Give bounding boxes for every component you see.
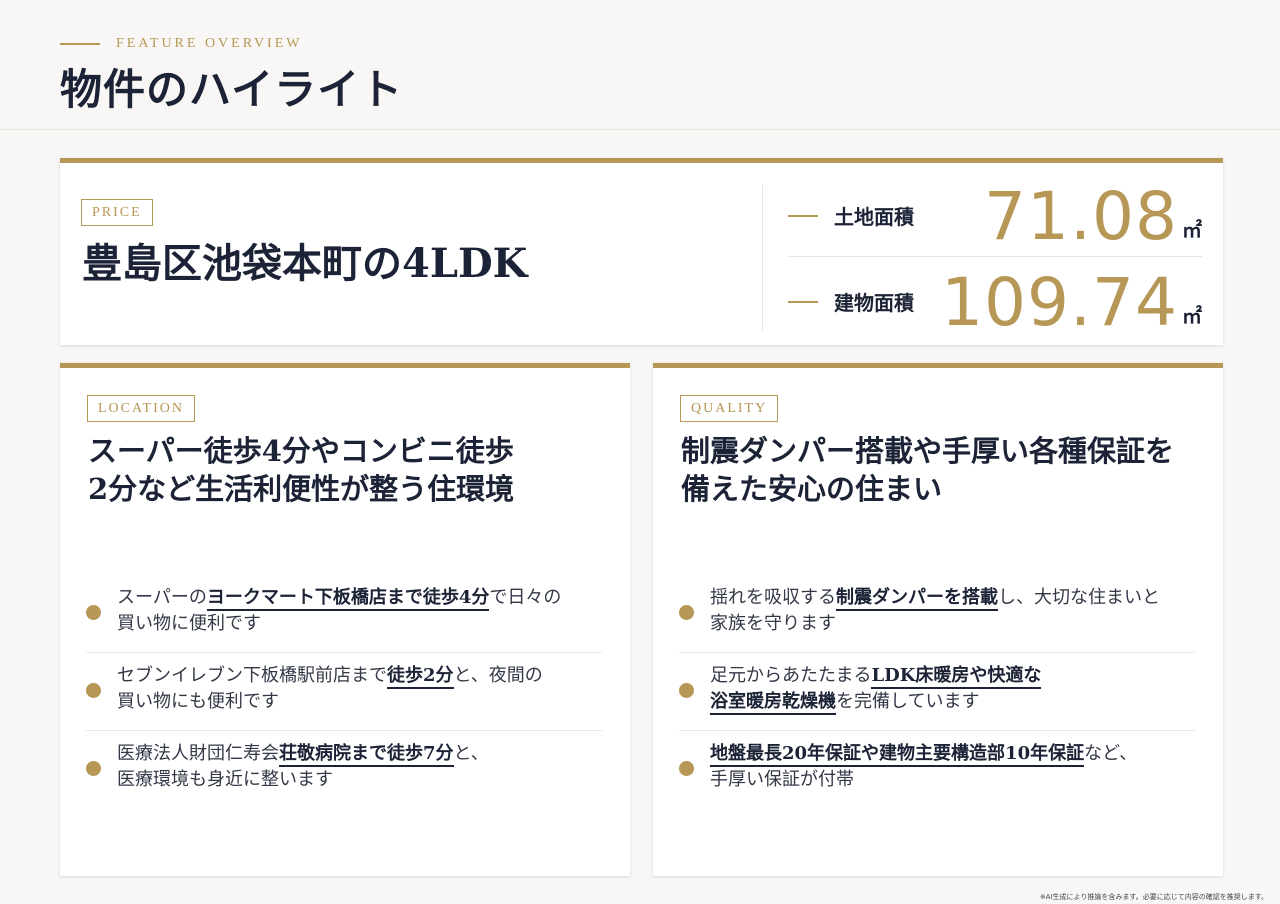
stat-unit: ㎡ <box>1182 218 1202 242</box>
bullet-segment: スーパーの <box>117 587 207 608</box>
bullet-segment: セブンイレブン下板橋駅前店まで <box>117 665 387 686</box>
bullet-segment: 買い物にも便利です <box>117 691 279 712</box>
bullet-line: スーパーのヨークマート下板橋店まで徒歩4分で日々の <box>117 585 597 611</box>
quality-card: QUALITY 制震ダンパー搭載や手厚い各種保証を 備えた安心の住まい 揺れを吸… <box>653 363 1223 876</box>
eyebrow: FEATURE OVERVIEW <box>60 34 302 54</box>
stat-label: 建物面積 <box>834 291 914 315</box>
title-line: スーパー徒歩4分やコンビニ徒歩 <box>88 434 514 468</box>
bullet-text: セブンイレブン下板橋駅前店まで徒歩2分と、夜間の 買い物にも便利です <box>117 663 597 715</box>
highlight-text: 荘敬病院まで徒歩7分 <box>279 743 454 767</box>
price-tag: PRICE <box>81 199 153 226</box>
page-header: FEATURE OVERVIEW 物件のハイライト <box>0 0 1280 130</box>
bullet-segment: を完備しています <box>836 691 980 712</box>
bullet-dot-icon <box>679 683 694 698</box>
bullet-item: 足元からあたたまるLDK床暖房や快適な 浴室暖房乾燥機を完備しています <box>679 653 1195 731</box>
stat-dash <box>788 215 818 217</box>
bullet-segment: 医療環境も身近に整います <box>117 769 333 790</box>
title-line: 2分など生活利便性が整う住環境 <box>88 472 515 506</box>
title-line: 備えた安心の住まい <box>681 472 943 506</box>
bullet-text: スーパーのヨークマート下板橋店まで徒歩4分で日々の 買い物に便利です <box>117 585 597 637</box>
stat-value-group: 109.74 ㎡ <box>941 263 1202 343</box>
bullet-segment: 足元からあたたまる <box>710 665 872 686</box>
bullet-segment: 医療法人財団仁寿会 <box>117 743 279 764</box>
stat-land-area: 土地面積 71.08 ㎡ <box>788 177 1202 257</box>
location-bullet-list: スーパーのヨークマート下板橋店まで徒歩4分で日々の 買い物に便利です セブンイレブン… <box>86 575 602 809</box>
quality-title: 制震ダンパー搭載や手厚い各種保証を 備えた安心の住まい <box>681 432 1201 508</box>
highlight-text: 地盤最長20年保証や建物主要構造部10年保証 <box>710 743 1085 767</box>
stat-building-area: 建物面積 109.74 ㎡ <box>788 263 1202 343</box>
stat-label: 土地面積 <box>834 205 914 229</box>
bullet-dot-icon <box>679 605 694 620</box>
bullet-line: セブンイレブン下板橋駅前店まで徒歩2分と、夜間の <box>117 663 597 689</box>
location-title: スーパー徒歩4分やコンビニ徒歩 2分など生活利便性が整う住環境 <box>88 432 608 508</box>
stat-value: 71.08 <box>984 178 1178 255</box>
eyebrow-rule <box>60 43 100 45</box>
bullet-dot-icon <box>86 605 101 620</box>
bullet-text: 揺れを吸収する制震ダンパーを搭載し、大切な住まいと 家族を守ります <box>710 585 1190 637</box>
bullet-line: 足元からあたたまるLDK床暖房や快適な <box>710 663 1190 689</box>
bullet-dot-icon <box>679 761 694 776</box>
bullet-segment: 手厚い保証が付帯 <box>710 769 854 790</box>
bullet-line: 手厚い保証が付帯 <box>710 767 1190 793</box>
bullet-segment: など、 <box>1084 743 1138 764</box>
summary-card: PRICE 豊島区池袋本町の4LDK 土地面積 71.08 ㎡ 建物面積 109… <box>60 158 1223 345</box>
bullet-item: 揺れを吸収する制震ダンパーを搭載し、大切な住まいと 家族を守ります <box>679 575 1195 653</box>
bullet-text: 医療法人財団仁寿会荘敬病院まで徒歩7分と、 医療環境も身近に整います <box>117 741 597 793</box>
bullet-item: 医療法人財団仁寿会荘敬病院まで徒歩7分と、 医療環境も身近に整います <box>86 731 602 809</box>
stat-value-group: 71.08 ㎡ <box>984 177 1202 257</box>
bullet-segment: と、夜間の <box>453 665 543 686</box>
location-tag: LOCATION <box>87 395 195 422</box>
bullet-item: スーパーのヨークマート下板橋店まで徒歩4分で日々の 買い物に便利です <box>86 575 602 653</box>
stat-dash <box>788 301 818 303</box>
highlight-text: 浴室暖房乾燥機 <box>710 691 836 715</box>
bullet-line: 医療法人財団仁寿会荘敬病院まで徒歩7分と、 <box>117 741 597 767</box>
highlight-text: LDK床暖房や快適な <box>871 665 1042 689</box>
disclaimer-footnote: ※AI生成により推論を含みます。必要に応じて内容の確認を推奨します。 <box>1039 893 1268 901</box>
bullet-line: 揺れを吸収する制震ダンパーを搭載し、大切な住まいと <box>710 585 1190 611</box>
bullet-item: 地盤最長20年保証や建物主要構造部10年保証など、 手厚い保証が付帯 <box>679 731 1195 809</box>
bullet-segment: 家族を守ります <box>710 613 836 634</box>
bullet-line: 家族を守ります <box>710 611 1190 637</box>
bullet-item: セブンイレブン下板橋駅前店まで徒歩2分と、夜間の 買い物にも便利です <box>86 653 602 731</box>
stat-unit: ㎡ <box>1182 304 1202 328</box>
bullet-line: 地盤最長20年保証や建物主要構造部10年保証など、 <box>710 741 1190 767</box>
bullet-line: 浴室暖房乾燥機を完備しています <box>710 689 1190 715</box>
bullet-segment: 買い物に便利です <box>117 613 261 634</box>
bullet-text: 地盤最長20年保証や建物主要構造部10年保証など、 手厚い保証が付帯 <box>710 741 1190 793</box>
page-title: 物件のハイライト <box>60 65 404 114</box>
quality-bullet-list: 揺れを吸収する制震ダンパーを搭載し、大切な住まいと 家族を守ります 足元からあたたま… <box>679 575 1195 809</box>
bullet-segment: と、 <box>453 743 489 764</box>
title-line: 制震ダンパー搭載や手厚い各種保証を <box>681 434 1175 468</box>
bullet-dot-icon <box>86 683 101 698</box>
bullet-dot-icon <box>86 761 101 776</box>
stat-value: 109.74 <box>941 264 1178 341</box>
quality-tag: QUALITY <box>680 395 779 422</box>
bullet-line: 医療環境も身近に整います <box>117 767 597 793</box>
eyebrow-text: FEATURE OVERVIEW <box>116 36 303 51</box>
bullet-segment: で日々の <box>489 587 562 608</box>
bullet-line: 買い物に便利です <box>117 611 597 637</box>
bullet-segment: 揺れを吸収する <box>710 587 836 608</box>
highlight-text: 制震ダンパーを搭載 <box>836 587 998 611</box>
highlight-text: ヨークマート下板橋店まで徒歩4分 <box>206 587 490 611</box>
vertical-divider <box>762 185 763 331</box>
bullet-segment: し、大切な住まいと <box>998 587 1160 608</box>
bullet-line: 買い物にも便利です <box>117 689 597 715</box>
bullet-text: 足元からあたたまるLDK床暖房や快適な 浴室暖房乾燥機を完備しています <box>710 663 1190 715</box>
property-title: 豊島区池袋本町の4LDK <box>82 240 528 287</box>
location-card: LOCATION スーパー徒歩4分やコンビニ徒歩 2分など生活利便性が整う住環境… <box>60 363 630 876</box>
highlight-text: 徒歩2分 <box>387 665 454 689</box>
